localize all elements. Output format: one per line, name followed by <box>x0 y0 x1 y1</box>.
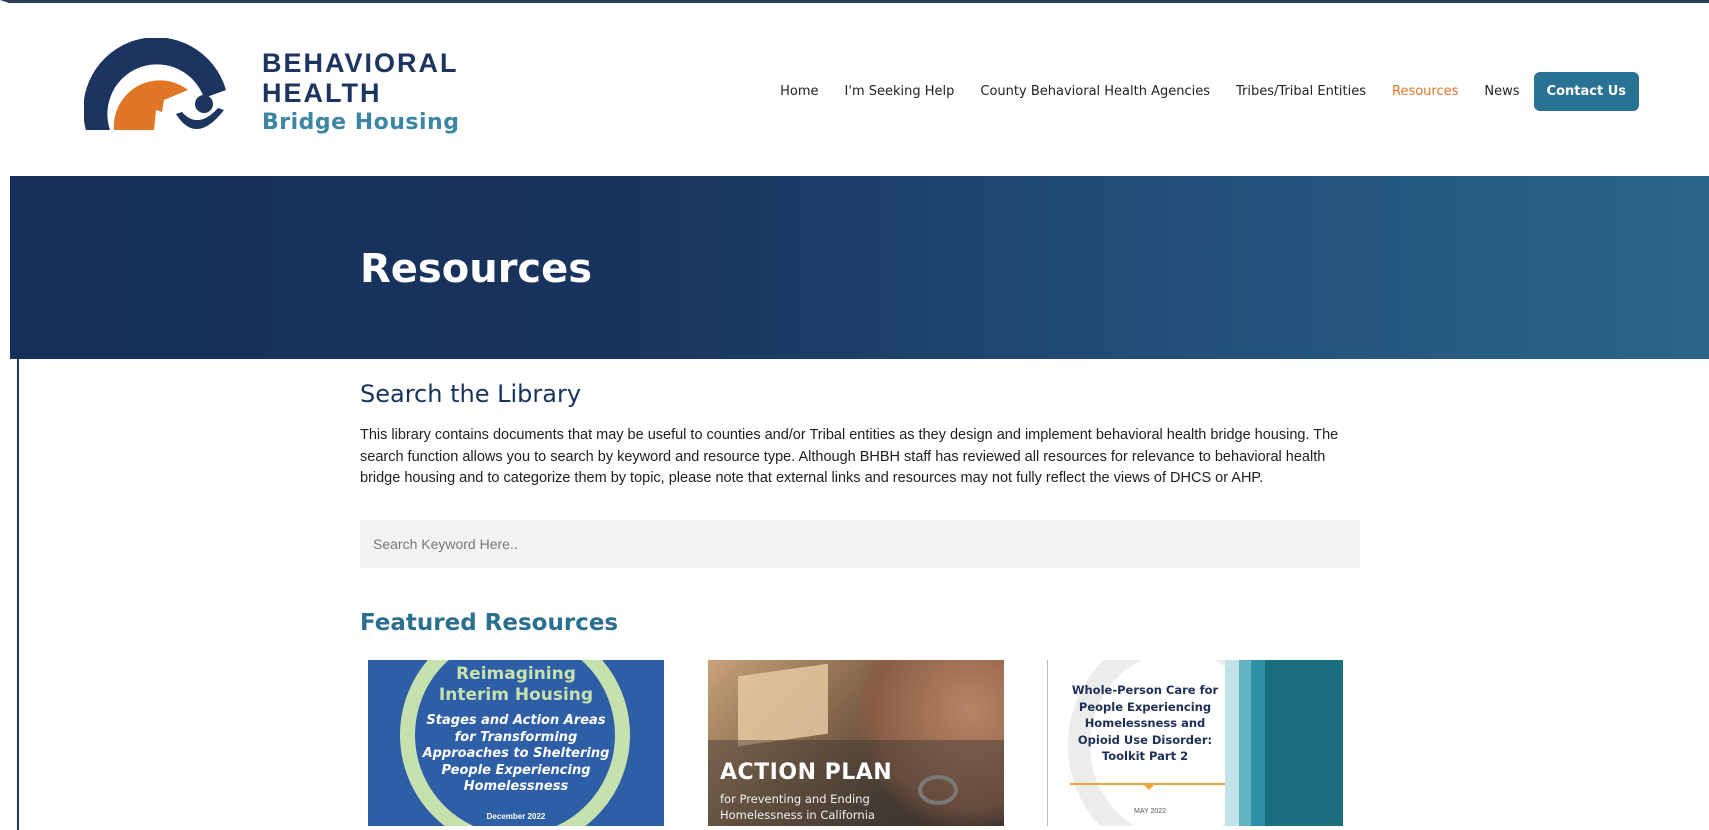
library-section: Search the Library This library contains… <box>360 380 1360 636</box>
logo-line-behavioral: BEHAVIORAL <box>262 48 459 78</box>
library-intro: This library contains documents that may… <box>360 427 1339 486</box>
pointer-triangle-icon <box>1143 784 1155 790</box>
card-title: Whole-Person Care for People Experiencin… <box>1070 682 1220 765</box>
nav-seeking-help[interactable]: I'm Seeking Help <box>845 84 955 99</box>
stripe <box>1251 660 1265 826</box>
stripe <box>1225 660 1239 826</box>
card-subtitle-line: Homelessness <box>463 779 569 794</box>
card-title-line: Toolkit Part 2 <box>1101 749 1189 763</box>
card-title-line: Whole-Person Care for <box>1071 683 1219 697</box>
card-title-line: Reimagining <box>456 664 576 684</box>
card-title: Reimagining Interim Housing <box>368 664 664 706</box>
featured-card-whole-person-care[interactable]: Whole-Person Care for People Experiencin… <box>1047 660 1343 826</box>
site-logo[interactable]: BEHAVIORAL HEALTH Bridge Housing <box>84 38 484 148</box>
nav-home[interactable]: Home <box>780 84 818 99</box>
featured-card-action-plan[interactable]: ACTION PLAN for Preventing and Ending Ho… <box>708 660 1004 826</box>
logo-mark-icon <box>84 38 226 130</box>
nav-resources[interactable]: Resources <box>1392 84 1458 99</box>
card-subtitle: for Preventing and Ending Homelessness i… <box>720 791 875 823</box>
logo-line-bridge-housing: Bridge Housing <box>262 110 460 135</box>
page-title: Resources <box>360 246 593 292</box>
stripe <box>1265 660 1343 826</box>
main-nav: Home I'm Seeking Help County Behavioral … <box>754 72 1639 111</box>
featured-cards: Reimagining Interim Housing Stages and A… <box>368 660 1348 830</box>
featured-card-interim-housing[interactable]: Reimagining Interim Housing Stages and A… <box>368 660 664 826</box>
card-title-line: Opioid Use Disorder: <box>1077 732 1213 747</box>
logo-line-health: HEALTH <box>262 78 382 108</box>
color-stripes <box>1225 660 1343 826</box>
card-subtitle-line: Stages and Action Areas <box>426 713 606 728</box>
hero-banner: Resources <box>10 176 1709 359</box>
card-subtitle: Stages and Action Areas for Transforming… <box>368 713 664 796</box>
card-subtitle-line: for Preventing and Ending <box>720 792 870 806</box>
library-heading: Search the Library <box>360 380 582 408</box>
card-title-line: Homelessness and <box>1084 716 1206 730</box>
wooden-house-image <box>738 663 828 747</box>
card-title: ACTION PLAN <box>720 760 893 785</box>
logo-wordmark: BEHAVIORAL HEALTH Bridge Housing <box>262 48 459 138</box>
card-subtitle-line: People Experiencing <box>441 762 591 778</box>
card-title-line: People Experiencing <box>1078 699 1212 714</box>
nav-county-agencies[interactable]: County Behavioral Health Agencies <box>980 84 1210 99</box>
nav-news[interactable]: News <box>1484 84 1519 99</box>
card-subtitle-line: Homelessness in California <box>720 808 875 822</box>
card-subtitle-line: Approaches to Sheltering <box>422 746 610 761</box>
contact-us-button[interactable]: Contact Us <box>1533 72 1639 111</box>
featured-heading: Featured Resources <box>360 609 619 636</box>
card-date: December 2022 <box>486 812 546 821</box>
search-input[interactable] <box>360 519 1360 568</box>
card-title-line: Interim Housing <box>438 685 594 705</box>
card-date: MAY 2022 <box>1134 808 1167 815</box>
site-header: BEHAVIORAL HEALTH Bridge Housing Home I'… <box>10 3 1709 176</box>
card-subtitle-line: for Transforming <box>454 729 578 745</box>
nav-tribal-entities[interactable]: Tribes/Tribal Entities <box>1236 84 1366 99</box>
stripe <box>1239 660 1251 826</box>
